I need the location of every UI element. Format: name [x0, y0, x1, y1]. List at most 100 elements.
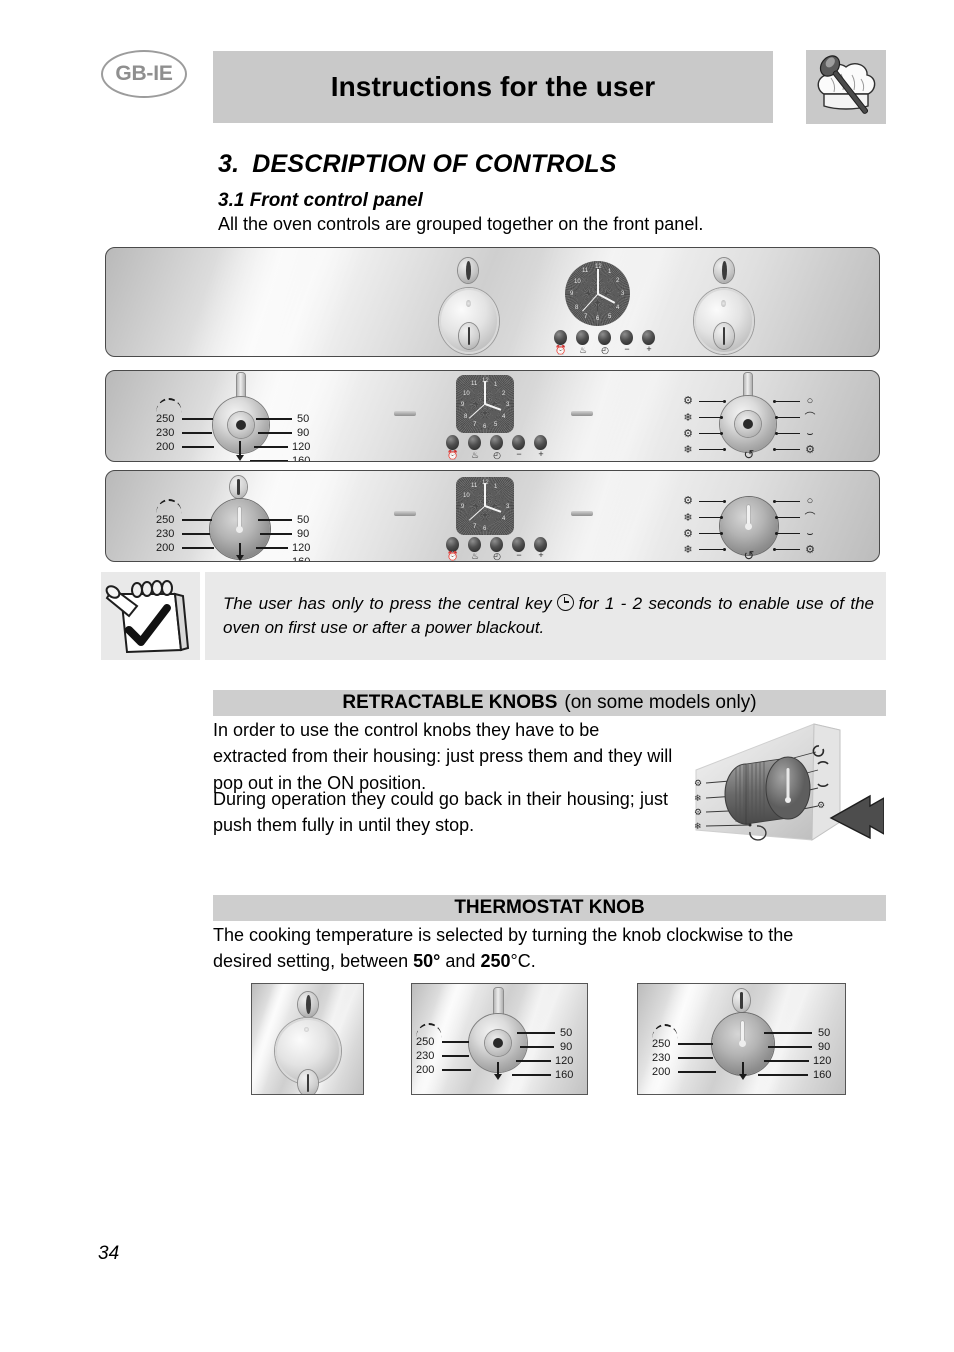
leader-line [258, 432, 292, 434]
max-temp-arc-marker [156, 499, 182, 514]
note-text: The user has only to press the central k… [205, 592, 886, 640]
timer-label-minus: − [516, 550, 522, 560]
temp-label-50: 50 [297, 514, 310, 526]
page-title: Instructions for the user [330, 71, 656, 102]
timer-button-bell[interactable] [554, 330, 567, 345]
clock-number: 9 [570, 291, 574, 297]
timer-button-dish[interactable] [576, 330, 589, 345]
retractable-paragraph-1: In order to use the control knobs they h… [213, 720, 673, 793]
clock-number: 6 [483, 424, 487, 430]
leader-line [520, 1046, 554, 1048]
header-title-bar: Instructions for the user [213, 51, 773, 123]
clock-number: 8 [464, 414, 468, 420]
position-dot [723, 500, 726, 503]
defrost-icon: ❄ [683, 444, 693, 456]
note-body: The user has only to press the central k… [205, 572, 886, 660]
clock-number: 1 [608, 269, 612, 275]
clock-number: 11 [471, 381, 478, 387]
fan-grill-icon: ❄ [683, 512, 693, 524]
position-dot [720, 516, 723, 519]
position-dot [723, 448, 726, 451]
leader-line [699, 533, 721, 535]
clock-number: 10 [463, 391, 470, 397]
fan-grill-icon: ❄ [683, 412, 693, 424]
timer-button-minus[interactable] [512, 435, 525, 450]
leader-line [182, 533, 210, 535]
leader-line [699, 401, 723, 403]
position-dot [775, 516, 778, 519]
leader-line [517, 1032, 555, 1034]
leader-line [442, 1055, 469, 1057]
retractable-knobs-heading-bar: RETRACTABLE KNOBS (on some models only) [213, 690, 886, 716]
leader-line [256, 547, 288, 549]
clock-number: 9 [461, 504, 465, 510]
temp-label-120: 120 [813, 1055, 832, 1067]
thermostat-knob-retractable-image: 250 230 200 50 90 120 160 [411, 983, 588, 1095]
position-dot [720, 532, 723, 535]
timer-button-plus[interactable] [642, 330, 655, 345]
circle-icon: ○ [806, 395, 814, 407]
temp-label-120: 120 [292, 441, 311, 453]
position-dot [723, 400, 726, 403]
panel-seam-left [394, 411, 416, 416]
timer-label-plus: + [538, 550, 544, 560]
clock-number: 6 [483, 526, 487, 532]
leader-line [182, 547, 214, 549]
leader-line [256, 418, 292, 420]
notepad-check-icon [101, 572, 200, 660]
clock-number: 10 [463, 493, 470, 499]
knob-pointer-dot [466, 300, 471, 307]
temp-label-230: 230 [416, 1050, 435, 1062]
clock-hour-hand [597, 293, 615, 304]
position-dot [723, 548, 726, 551]
timer-button-dish[interactable] [468, 537, 481, 552]
knob-center-dot [493, 1038, 503, 1048]
leader-line [699, 517, 721, 519]
timer-button-dish[interactable] [468, 435, 481, 450]
knob-pointer-dot [745, 523, 752, 530]
timer-label-plus: + [538, 449, 544, 459]
position-dot [773, 548, 776, 551]
leader-line [250, 460, 288, 461]
clock-number: 1 [494, 484, 498, 490]
thermostat-line2-a: desired setting, between [213, 951, 409, 971]
panel-seam-left [394, 511, 416, 516]
intro-paragraph: All the oven controls are grouped togeth… [218, 214, 704, 234]
leader-line [776, 501, 800, 503]
down-arrow-icon [236, 455, 244, 461]
leader-line [778, 517, 800, 519]
max-temp-arc-marker [652, 1024, 678, 1039]
timer-button-minus[interactable] [620, 330, 633, 345]
leader-line [764, 1032, 812, 1034]
defrost-icon: ❄ [683, 544, 693, 556]
temp-label-160: 160 [555, 1069, 574, 1081]
leader-line [442, 1041, 469, 1043]
clock-number: 12 [482, 378, 489, 384]
leader-line [258, 519, 292, 521]
thermostat-temp-min: 50° [413, 951, 441, 971]
timer-button-clock[interactable] [490, 537, 503, 552]
position-dot [720, 416, 723, 419]
timer-button-clock[interactable] [490, 435, 503, 450]
clock-number: 6 [596, 316, 600, 322]
retractable-heading-normal: (on some models only) [564, 692, 757, 713]
power-off-icon: ↺ [743, 548, 755, 562]
timer-button-bell[interactable] [446, 435, 459, 450]
function-selector-icon [714, 323, 734, 349]
temp-label-200: 200 [416, 1064, 435, 1076]
timer-button-plus[interactable] [534, 435, 547, 450]
thermostat-icon [298, 1070, 318, 1094]
clock-number: 11 [471, 483, 478, 489]
thermostat-temp-unit: °C. [510, 951, 536, 971]
note-text-before: The user has only to press the central k… [223, 593, 552, 613]
leader-line [699, 449, 723, 451]
timer-button-clock[interactable] [598, 330, 611, 345]
clock-number: 12 [482, 480, 489, 486]
leader-line [778, 533, 800, 535]
temp-label-200: 200 [652, 1066, 671, 1078]
leader-line [776, 549, 800, 551]
timer-button-bell[interactable] [446, 537, 459, 552]
temp-label-160: 160 [292, 556, 311, 562]
clock-number: 7 [473, 422, 477, 428]
temp-label-120: 120 [292, 542, 311, 554]
